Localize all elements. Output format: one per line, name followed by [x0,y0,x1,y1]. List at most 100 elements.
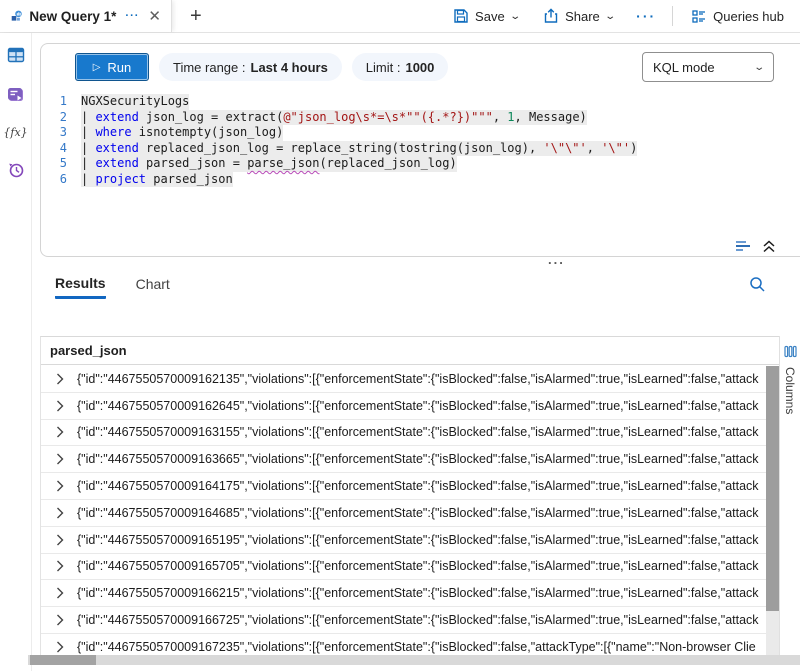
expand-row-icon[interactable] [56,507,64,519]
panel-resize-handle[interactable]: ... [548,252,565,267]
header-actions: Save ⌄ Share ⌄ ··· Queries hub [447,0,800,32]
left-rail: {fx} [0,33,32,671]
limit-picker[interactable]: Limit : 1000 [352,53,449,81]
table-row[interactable]: {"id":"4467550570009164685","violations"… [41,500,766,527]
expand-row-icon[interactable] [56,400,64,412]
expand-row-icon[interactable] [56,426,64,438]
table-row[interactable]: {"id":"4467550570009164175","violations"… [41,473,766,500]
horizontal-scrollbar[interactable] [28,655,800,665]
tab-more-icon[interactable]: ··· [125,10,139,22]
row-json-text: {"id":"4467550570009163665","violations"… [77,452,759,466]
code-line[interactable]: 5| extend parsed_json = parse_json(repla… [41,156,800,172]
divider [672,6,673,26]
expand-row-icon[interactable] [56,641,64,653]
share-icon [543,8,559,24]
table-row[interactable]: {"id":"4467550570009163155","violations"… [41,420,766,447]
results-rows: {"id":"4467550570009162135","violations"… [41,366,766,655]
tab-close-icon[interactable]: ✕ [146,9,163,24]
function-icon[interactable]: {fx} [3,126,27,139]
code-line-text: | where isnotempty(json_log) [81,125,283,141]
kusto-app-icon [11,8,22,24]
expand-row-icon[interactable] [56,373,64,385]
results-panel: Results Chart parsed_json {"id":"4467550… [32,269,800,671]
code-line[interactable]: 1NGXSecurityLogs [41,94,800,110]
more-actions-button[interactable]: ··· [632,8,660,24]
history-icon[interactable] [7,161,25,179]
code-line-text: | extend json_log = extract(@"json_log\s… [81,110,587,126]
row-json-text: {"id":"4467550570009167235","violations"… [77,640,756,654]
line-number: 5 [41,156,81,172]
collapse-up-icon[interactable] [762,240,776,253]
queries-hub-icon [691,8,707,24]
table-row[interactable]: {"id":"4467550570009165705","violations"… [41,554,766,581]
code-line[interactable]: 3| where isnotempty(json_log) [41,125,800,141]
table-row[interactable]: {"id":"4467550570009166725","violations"… [41,607,766,634]
code-line[interactable]: 6| project parsed_json [41,172,800,188]
vertical-scrollbar[interactable] [766,366,779,655]
row-json-text: {"id":"4467550570009166725","violations"… [77,613,759,627]
column-header-parsed-json[interactable]: parsed_json [41,337,779,365]
saved-scripts-icon[interactable] [7,86,25,104]
line-number: 1 [41,94,81,110]
query-mode-value: KQL mode [653,60,715,75]
results-tabs: Results Chart [32,269,800,303]
table-icon[interactable] [7,46,25,64]
row-json-text: {"id":"4467550570009165705","violations"… [77,559,759,573]
run-button[interactable]: ▷ Run [75,53,149,81]
time-range-picker[interactable]: Time range : Last 4 hours [159,53,342,81]
row-json-text: {"id":"4467550570009164685","violations"… [77,506,759,520]
tab-chart[interactable]: Chart [136,269,170,299]
results-grid: parsed_json {"id":"4467550570009162135",… [40,336,779,655]
table-row[interactable]: {"id":"4467550570009163665","violations"… [41,446,766,473]
time-range-label: Time range : [173,60,246,75]
code-line-text: NGXSecurityLogs [81,94,189,110]
save-label: Save [475,9,505,24]
code-lines[interactable]: 1NGXSecurityLogs2| extend json_log = ext… [41,90,800,187]
code-line[interactable]: 4| extend replaced_json_log = replace_st… [41,141,800,157]
query-editor-card: ▷ Run Time range : Last 4 hours Limit : … [40,43,800,257]
line-number: 6 [41,172,81,188]
table-row[interactable]: {"id":"4467550570009166215","violations"… [41,580,766,607]
main-area: ▷ Run Time range : Last 4 hours Limit : … [32,33,800,671]
time-range-value: Last 4 hours [251,60,328,75]
table-row[interactable]: {"id":"4467550570009162135","violations"… [41,366,766,393]
expand-row-icon[interactable] [56,453,64,465]
vertical-scrollbar-thumb[interactable] [766,366,779,611]
chevron-down-icon: ⌄ [604,11,616,22]
save-button[interactable]: Save ⌄ [447,8,525,24]
line-number: 3 [41,125,81,141]
results-list-icon[interactable] [735,239,752,253]
expand-row-icon[interactable] [56,614,64,626]
share-button[interactable]: Share ⌄ [537,8,620,24]
table-row[interactable]: {"id":"4467550570009162645","violations"… [41,393,766,420]
expand-row-icon[interactable] [56,587,64,599]
query-mode-select[interactable]: KQL mode ⌄ [642,52,774,82]
code-line[interactable]: 2| extend json_log = extract(@"json_log\… [41,110,800,126]
run-label: Run [107,60,131,75]
columns-icon [784,345,797,358]
chevron-down-icon: ⌄ [753,62,765,73]
expand-row-icon[interactable] [56,560,64,572]
limit-label: Limit : [366,60,401,75]
expand-row-icon[interactable] [56,480,64,492]
add-tab-button[interactable]: + [184,0,208,32]
code-line-text: | project parsed_json [81,172,233,188]
table-row[interactable]: {"id":"4467550570009165195","violations"… [41,527,766,554]
table-row[interactable]: {"id":"4467550570009167235","violations"… [41,634,766,655]
play-icon: ▷ [93,62,101,73]
expand-row-icon[interactable] [56,534,64,546]
tab-results[interactable]: Results [55,269,106,299]
row-json-text: {"id":"4467550570009165195","violations"… [77,533,759,547]
queries-hub-label: Queries hub [713,9,784,24]
query-tab[interactable]: New Query 1* ··· ✕ [0,0,172,32]
save-icon [453,8,469,24]
query-toolbar: ▷ Run Time range : Last 4 hours Limit : … [41,44,800,90]
search-icon[interactable] [749,276,766,293]
line-number: 2 [41,110,81,126]
tab-bar: New Query 1* ··· ✕ + Save ⌄ Share ⌄ ··· [0,0,800,33]
horizontal-scrollbar-thumb[interactable] [30,655,96,665]
row-json-text: {"id":"4467550570009164175","violations"… [77,479,759,493]
queries-hub-button[interactable]: Queries hub [685,8,790,24]
columns-side-panel[interactable]: Columns [779,336,800,655]
editor-actions [735,239,776,253]
